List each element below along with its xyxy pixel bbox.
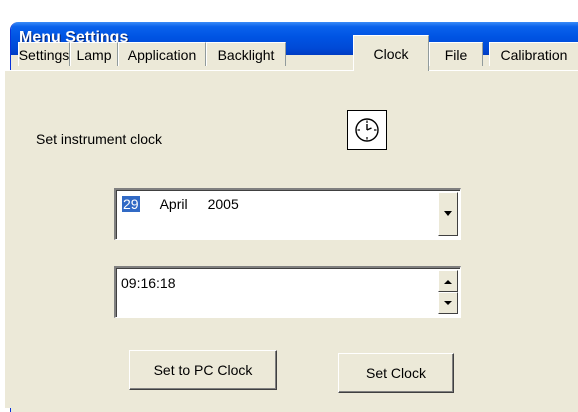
time-spinner[interactable]: 09:16:18 bbox=[114, 266, 461, 318]
date-year[interactable]: 2005 bbox=[208, 196, 239, 212]
tab-backlight[interactable]: Backlight bbox=[206, 42, 286, 66]
set-clock-instruction: Set instrument clock bbox=[36, 131, 163, 147]
tab-lamp[interactable]: Lamp bbox=[70, 42, 118, 66]
clock-icon bbox=[347, 110, 387, 150]
date-picker[interactable]: 29 April 2005 bbox=[114, 188, 461, 240]
dropdown-button[interactable] bbox=[438, 192, 458, 236]
set-to-pc-clock-button[interactable]: Set to PC Clock bbox=[129, 350, 277, 390]
set-clock-button[interactable]: Set Clock bbox=[338, 353, 454, 393]
arrow-down-icon bbox=[444, 300, 452, 305]
date-day[interactable]: 29 bbox=[122, 196, 140, 212]
chevron-down-icon bbox=[444, 211, 452, 216]
tab-application[interactable]: Application bbox=[118, 42, 206, 66]
spin-down-button[interactable] bbox=[438, 292, 458, 314]
spin-up-button[interactable] bbox=[438, 270, 458, 292]
time-value[interactable]: 09:16:18 bbox=[121, 275, 176, 291]
tab-calibration[interactable]: Calibration bbox=[489, 42, 578, 66]
arrow-up-icon bbox=[444, 279, 452, 284]
tab-clock[interactable]: Clock bbox=[353, 35, 429, 71]
tab-file[interactable]: File bbox=[429, 42, 483, 66]
date-month[interactable]: April bbox=[160, 196, 188, 212]
tab-settings[interactable]: Settings bbox=[18, 42, 70, 66]
